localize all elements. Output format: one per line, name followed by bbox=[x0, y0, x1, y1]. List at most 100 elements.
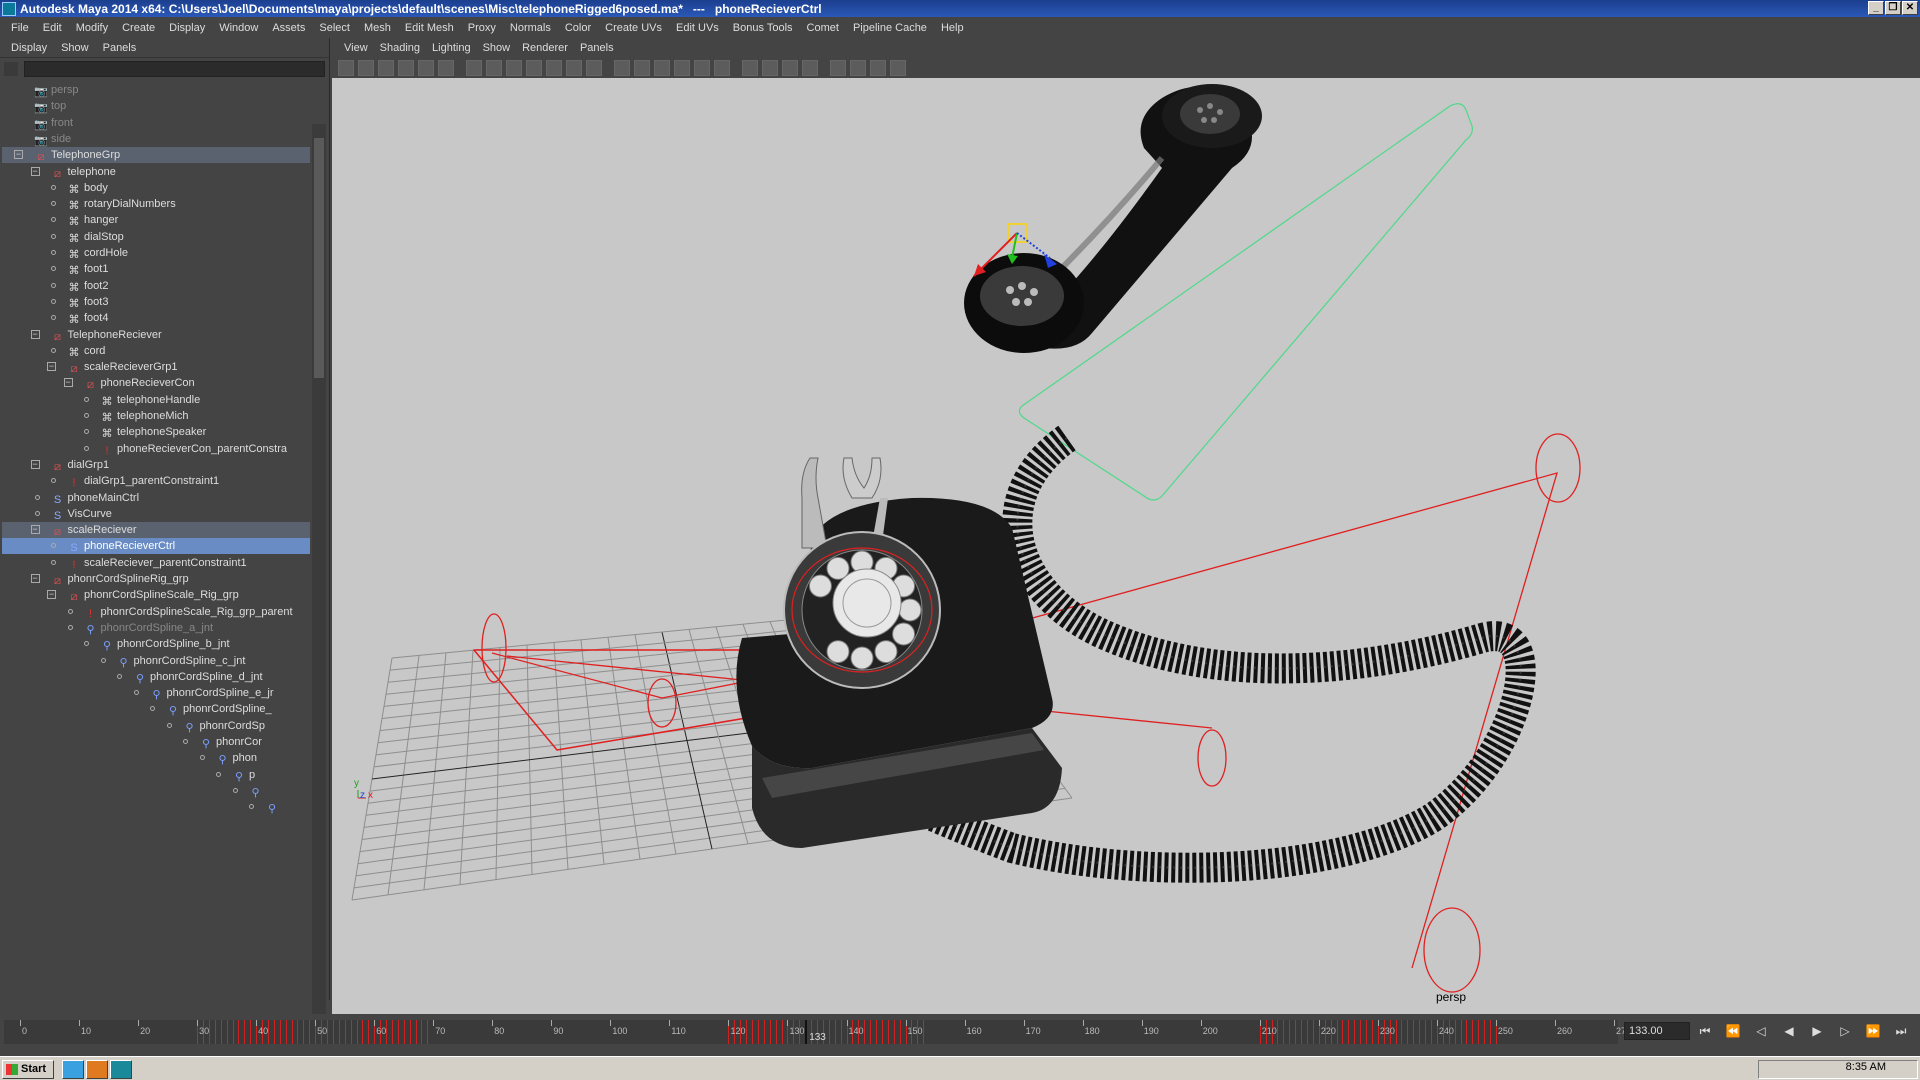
outliner-item-viscurve[interactable]: S VisCurve bbox=[2, 506, 310, 522]
grease-pencil-icon[interactable] bbox=[438, 60, 454, 76]
field-chart-icon[interactable] bbox=[546, 60, 562, 76]
filter-icon[interactable] bbox=[4, 62, 18, 76]
go-to-end-icon[interactable]: ⏭ bbox=[1892, 1022, 1910, 1040]
outliner-item-telephone[interactable]: − ⧄ telephone bbox=[2, 164, 310, 180]
bookmarks-icon[interactable] bbox=[378, 60, 394, 76]
outliner-item-joint-child[interactable]: ⚲ bbox=[2, 783, 310, 799]
outliner-item-telephonegrp[interactable]: − ⧄ TelephoneGrp bbox=[2, 147, 310, 164]
outliner-item-foot1[interactable]: ⌘ foot1 bbox=[2, 261, 310, 277]
xray-joints-icon[interactable] bbox=[870, 60, 886, 76]
textured-icon[interactable] bbox=[674, 60, 690, 76]
menu-help[interactable]: Help bbox=[934, 22, 971, 34]
outliner-item-top[interactable]: 📷 top bbox=[2, 98, 310, 114]
menu-proxy[interactable]: Proxy bbox=[461, 22, 503, 34]
outliner-vertical-scrollbar[interactable] bbox=[312, 124, 326, 1030]
collapse-toggle-icon[interactable]: − bbox=[47, 362, 56, 372]
menu-pipeline-cache[interactable]: Pipeline Cache bbox=[846, 22, 934, 34]
wireframe-icon[interactable] bbox=[614, 60, 630, 76]
outliner-item-scalereciever[interactable]: − ⧄ scaleReciever bbox=[2, 522, 310, 539]
menu-assets[interactable]: Assets bbox=[265, 22, 312, 34]
film-gate-icon[interactable] bbox=[486, 60, 502, 76]
outliner-item-phonrcordspline-d-jnt[interactable]: ⚲ phonrCordSpline_d_jnt bbox=[2, 669, 310, 685]
outliner-item-phonerecievercon[interactable]: − ⧄ phoneRecieverCon bbox=[2, 375, 310, 391]
3d-viewport[interactable]: y x z persp bbox=[332, 78, 1920, 1014]
collapse-toggle-icon[interactable]: − bbox=[30, 574, 40, 583]
menu-window[interactable]: Window bbox=[212, 22, 265, 34]
outliner-item-dialstop[interactable]: ⌘ dialStop bbox=[2, 229, 310, 245]
gate-mask-icon[interactable] bbox=[526, 60, 542, 76]
collapse-toggle-icon[interactable]: − bbox=[14, 150, 23, 160]
outliner-item-persp[interactable]: 📷 persp bbox=[2, 82, 310, 98]
outliner-item-telephonespeaker[interactable]: ⌘ telephoneSpeaker bbox=[2, 424, 310, 440]
outliner-item-telephonemich[interactable]: ⌘ telephoneMich bbox=[2, 408, 310, 424]
outliner-item-phonrcordspline-[interactable]: ⚲ phonrCordSpline_ bbox=[2, 701, 310, 717]
go-to-start-icon[interactable]: ⏮ bbox=[1696, 1022, 1714, 1040]
viewport-menu-panels[interactable]: Panels bbox=[574, 42, 620, 54]
grid-icon[interactable] bbox=[466, 60, 482, 76]
isolate-select-icon[interactable] bbox=[830, 60, 846, 76]
outliner-item-body[interactable]: ⌘ body bbox=[2, 180, 310, 196]
current-frame-field[interactable]: 133.00 bbox=[1624, 1022, 1690, 1040]
outliner-menu-panels[interactable]: Panels bbox=[96, 42, 144, 54]
viewport-menu-view[interactable]: View bbox=[338, 42, 374, 54]
resolution-gate-icon[interactable] bbox=[506, 60, 522, 76]
viewport-menu-lighting[interactable]: Lighting bbox=[426, 42, 477, 54]
viewport-menu-shading[interactable]: Shading bbox=[374, 42, 426, 54]
safe-title-icon[interactable] bbox=[586, 60, 602, 76]
collapse-toggle-icon[interactable]: − bbox=[63, 378, 73, 388]
outliner-item-dialgrp1[interactable]: − ⧄ dialGrp1 bbox=[2, 457, 310, 473]
outliner-item-phonrcordspline-c-jnt[interactable]: ⚲ phonrCordSpline_c_jnt bbox=[2, 653, 310, 669]
menu-create-uvs[interactable]: Create UVs bbox=[598, 22, 669, 34]
depth-of-field-icon[interactable] bbox=[802, 60, 818, 76]
start-button[interactable]: Start bbox=[2, 1060, 54, 1079]
maya-taskbar-icon[interactable] bbox=[110, 1060, 132, 1079]
menu-mesh[interactable]: Mesh bbox=[357, 22, 398, 34]
minimize-button[interactable]: _ bbox=[1868, 1, 1884, 15]
outliner-item-foot2[interactable]: ⌘ foot2 bbox=[2, 278, 310, 294]
outliner-item-phonrcordspline-b-jnt[interactable]: ⚲ phonrCordSpline_b_jnt bbox=[2, 636, 310, 652]
outliner-item-cord[interactable]: ⌘ cord bbox=[2, 343, 310, 359]
outliner-item-phonerecievercon-parentconstra[interactable]: ! phoneRecieverCon_parentConstra bbox=[2, 441, 310, 457]
outliner-item-phonrcor[interactable]: ⚲ phonrCor bbox=[2, 734, 310, 750]
outliner-item-phonrcordspline-e-jr[interactable]: ⚲ phonrCordSpline_e_jr bbox=[2, 685, 310, 701]
two-d-pan-icon[interactable] bbox=[418, 60, 434, 76]
play-forwards-icon[interactable]: ▶ bbox=[1808, 1022, 1826, 1040]
outliner-menu-display[interactable]: Display bbox=[4, 42, 54, 54]
outliner-item-foot4[interactable]: ⌘ foot4 bbox=[2, 310, 310, 326]
menu-file[interactable]: File bbox=[4, 22, 36, 34]
time-slider-ruler[interactable]: 0 10 20 30 40 50 60 70 80 90 100 110 120 130 140 150 160… bbox=[4, 1020, 1626, 1044]
step-forward-key-icon[interactable]: ▷ bbox=[1836, 1022, 1854, 1040]
wireframe-on-shaded-icon[interactable] bbox=[654, 60, 670, 76]
menu-edit-uvs[interactable]: Edit UVs bbox=[669, 22, 726, 34]
outliner-item-phonrcordsplinescale-rig-grp-parent[interactable]: ! phonrCordSplineScale_Rig_grp_parent bbox=[2, 604, 310, 620]
outliner-item-phonrcordsplinescale-rig-grp[interactable]: − ⧄ phonrCordSplineScale_Rig_grp bbox=[2, 587, 310, 603]
outliner-item-hanger[interactable]: ⌘ hanger bbox=[2, 212, 310, 228]
close-button[interactable]: ✕ bbox=[1902, 1, 1918, 15]
outliner-item-phon[interactable]: ⚲ phon bbox=[2, 750, 310, 766]
safe-action-icon[interactable] bbox=[566, 60, 582, 76]
collapse-toggle-icon[interactable]: − bbox=[47, 590, 56, 600]
viewport-menu-renderer[interactable]: Renderer bbox=[516, 42, 574, 54]
outliner-item-front[interactable]: 📷 front bbox=[2, 115, 310, 131]
menu-display[interactable]: Display bbox=[162, 22, 212, 34]
collapse-toggle-icon[interactable]: − bbox=[30, 329, 40, 339]
menu-create[interactable]: Create bbox=[115, 22, 162, 34]
current-time-indicator[interactable] bbox=[805, 1020, 808, 1044]
outliner-item-cordhole[interactable]: ⌘ cordHole bbox=[2, 245, 310, 261]
motion-blur-icon[interactable] bbox=[762, 60, 778, 76]
shadows-icon[interactable] bbox=[714, 60, 730, 76]
play-backwards-icon[interactable]: ◀ bbox=[1780, 1022, 1798, 1040]
menu-edit-mesh[interactable]: Edit Mesh bbox=[398, 22, 461, 34]
screen-space-ao-icon[interactable] bbox=[742, 60, 758, 76]
skype-taskbar-icon[interactable] bbox=[62, 1060, 84, 1079]
outliner-item-telephonehandle[interactable]: ⌘ telephoneHandle bbox=[2, 392, 310, 408]
smooth-shade-icon[interactable] bbox=[634, 60, 650, 76]
outliner-item-dialgrp1-parentconstraint1[interactable]: ! dialGrp1_parentConstraint1 bbox=[2, 473, 310, 489]
restore-button[interactable]: ❐ bbox=[1885, 1, 1901, 15]
menu-edit[interactable]: Edit bbox=[36, 22, 69, 34]
camera-attributes-icon[interactable] bbox=[358, 60, 374, 76]
menu-comet[interactable]: Comet bbox=[800, 22, 846, 34]
select-camera-icon[interactable] bbox=[338, 60, 354, 76]
outliner-item-scalerecievergrp1[interactable]: − ⧄ scaleRecieverGrp1 bbox=[2, 359, 310, 375]
scrollbar-thumb[interactable] bbox=[314, 138, 324, 378]
